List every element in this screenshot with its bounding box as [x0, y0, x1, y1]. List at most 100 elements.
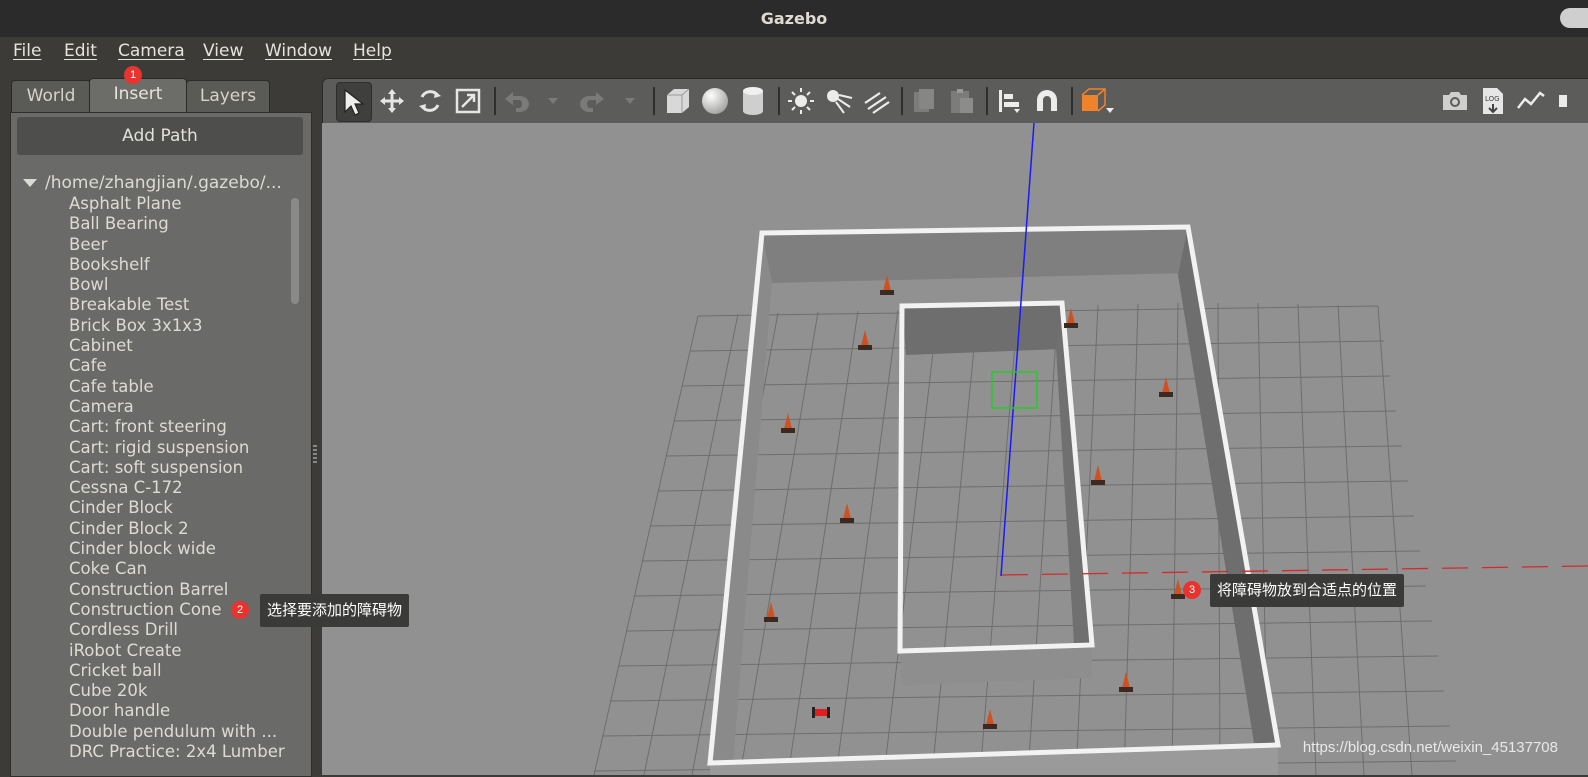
toolbar-separator [986, 87, 988, 115]
outer-wall-top [762, 227, 1188, 283]
model-path-label: /home/zhangjian/.gazebo/... [45, 173, 282, 193]
annotation-badge-2: 2 [231, 601, 249, 619]
model-list-item[interactable]: Camera [69, 397, 285, 417]
model-list-item[interactable]: Cabinet [69, 336, 285, 356]
model-list-item[interactable]: Double pendulum with ... [69, 722, 285, 742]
menu-bar: File Edit Camera View Window Help [0, 37, 1588, 68]
toolbar-separator [494, 87, 496, 115]
window-title-bar: Gazebo [0, 0, 1588, 37]
model-list-item[interactable]: Bookshelf [69, 255, 285, 275]
toolbar-separator [653, 87, 655, 115]
model-list-item[interactable]: Cinder Block [69, 498, 285, 518]
snap-icon[interactable] [1030, 79, 1064, 123]
model-list-item[interactable]: Construction Barrel [69, 580, 285, 600]
insert-panel: Add Path /home/zhangjian/.gazebo/... Asp… [10, 112, 312, 777]
model-list-item[interactable]: Construction Cone [69, 600, 285, 620]
window-title: Gazebo [760, 9, 828, 28]
scene-render[interactable] [322, 123, 1588, 775]
rotate-icon[interactable] [414, 79, 446, 123]
inner-wall-top [902, 303, 1062, 355]
menu-help[interactable]: Help [353, 41, 392, 61]
annotation-tooltip-2: 选择要添加的障碍物 [260, 594, 410, 627]
svg-text:LOG: LOG [1485, 95, 1500, 103]
cone-model [781, 413, 795, 433]
sphere-icon[interactable] [698, 79, 732, 123]
scale-icon[interactable] [452, 79, 484, 123]
toolbar-overflow-icon[interactable] [1556, 79, 1570, 123]
toolbar-separator [1071, 87, 1073, 115]
model-list-item[interactable]: Cafe table [69, 377, 285, 397]
box-icon[interactable] [660, 79, 694, 123]
model-list-item[interactable]: DRC Practice: 2x4 Lumber [69, 742, 285, 762]
undo-menu-arrow-icon[interactable] [543, 79, 563, 123]
watermark-text: https://blog.csdn.net/weixin_45137708 [1302, 739, 1558, 756]
translate-icon[interactable] [376, 79, 408, 123]
select-arrow-icon[interactable] [336, 82, 372, 122]
left-panel: World Insert Layers Add Path /home/zhang… [0, 68, 316, 777]
add-path-button[interactable]: Add Path [17, 117, 303, 155]
cone-model [1119, 672, 1133, 692]
model-list-item[interactable]: Cessna C-172 [69, 478, 285, 498]
model-list-item[interactable]: Cordless Drill [69, 620, 285, 640]
tab-layers[interactable]: Layers [186, 80, 270, 112]
model-path-root[interactable]: /home/zhangjian/.gazebo/... [23, 173, 309, 193]
annotation-badge-1: 1 [124, 66, 142, 84]
window-control-button[interactable] [1560, 8, 1588, 28]
model-list-item[interactable]: Cafe [69, 356, 285, 376]
cylinder-icon[interactable] [736, 79, 770, 123]
model-list-item[interactable]: Brick Box 3x1x3 [69, 316, 285, 336]
model-list-item[interactable]: iRobot Create [69, 641, 285, 661]
model-list-item[interactable]: Cinder Block 2 [69, 519, 285, 539]
redo-menu-arrow-icon[interactable] [620, 79, 640, 123]
align-icon[interactable] [992, 79, 1026, 123]
menu-window[interactable]: Window [265, 41, 332, 61]
robot-model[interactable] [812, 707, 830, 718]
cone-model [840, 503, 854, 523]
model-list-item[interactable]: Coke Can [69, 559, 285, 579]
paste-icon[interactable] [945, 79, 979, 123]
model-list-item[interactable]: Cricket ball [69, 661, 285, 681]
menu-view[interactable]: View [203, 41, 243, 61]
toolbar-separator [901, 87, 903, 115]
point-light-icon[interactable] [784, 79, 818, 123]
model-list-item[interactable]: Cart: soft suspension [69, 458, 285, 478]
cone-model [858, 330, 872, 350]
model-list: Asphalt Plane Ball Bearing Beer Bookshel… [69, 194, 285, 762]
plot-icon[interactable] [1514, 79, 1548, 123]
tab-world[interactable]: World [11, 80, 91, 112]
model-list-item[interactable]: Cart: front steering [69, 417, 285, 437]
spot-light-icon[interactable] [822, 79, 856, 123]
log-icon[interactable]: LOG [1476, 79, 1510, 123]
model-list-item[interactable]: Breakable Test [69, 295, 285, 315]
model-list-item[interactable]: Cube 20k [69, 681, 285, 701]
splitter-grip-icon[interactable] [313, 445, 317, 465]
undo-icon[interactable] [500, 79, 534, 123]
cone-model [1091, 465, 1105, 485]
model-list-item[interactable]: Door handle [69, 701, 285, 721]
model-list-item[interactable]: Beer [69, 235, 285, 255]
scene-viewport[interactable] [322, 123, 1588, 775]
menu-camera[interactable]: Camera [118, 41, 185, 61]
redo-icon[interactable] [575, 79, 609, 123]
model-list-item[interactable]: Bowl [69, 275, 285, 295]
cone-model [1159, 377, 1173, 397]
screenshot-icon[interactable] [1438, 79, 1472, 123]
cone-model [764, 602, 778, 622]
panel-splitter[interactable] [316, 68, 321, 775]
copy-icon[interactable] [907, 79, 941, 123]
model-list-item[interactable]: Asphalt Plane [69, 194, 285, 214]
tab-insert[interactable]: Insert [89, 78, 187, 113]
annotation-tooltip-3: 将障碍物放到合适点的位置 [1210, 574, 1405, 607]
toolbar-separator [778, 87, 780, 115]
menu-edit[interactable]: Edit [64, 41, 97, 61]
expand-arrow-icon[interactable] [23, 179, 37, 187]
model-list-scrollbar[interactable] [291, 198, 299, 304]
model-list-item[interactable]: Cinder block wide [69, 539, 285, 559]
annotation-badge-3: 3 [1183, 581, 1201, 599]
model-list-item[interactable]: Ball Bearing [69, 214, 285, 234]
directional-light-icon[interactable] [860, 79, 894, 123]
scene-toolbar: LOG [322, 78, 1588, 123]
menu-file[interactable]: File [13, 41, 41, 61]
model-list-item[interactable]: Cart: rigid suspension [69, 438, 285, 458]
view-angle-icon[interactable] [1077, 79, 1117, 123]
